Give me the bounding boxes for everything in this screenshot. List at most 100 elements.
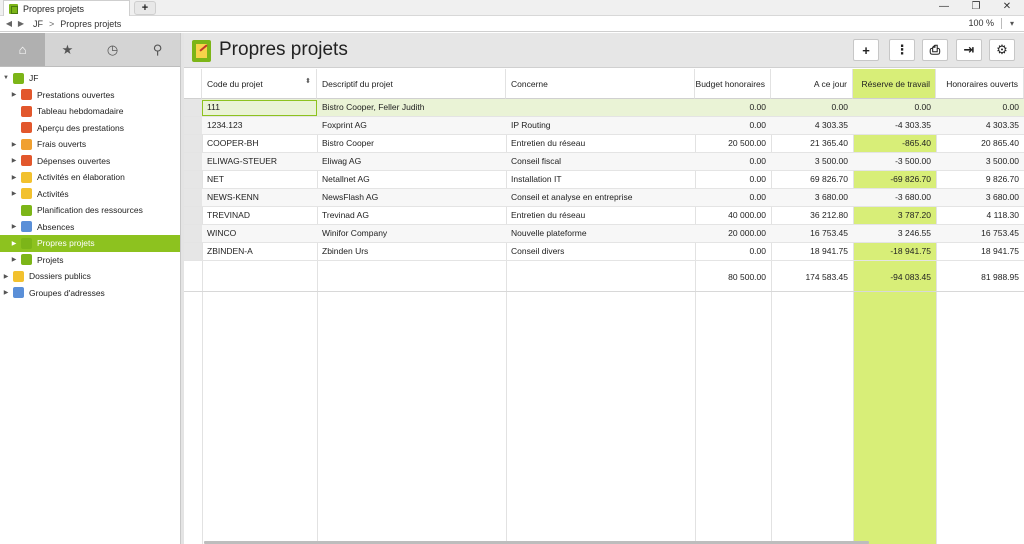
- project-description-cell: Netallnet AG: [322, 174, 370, 184]
- chevron-right-icon[interactable]: ▶: [10, 141, 18, 148]
- budget-cell: 0.00: [749, 120, 766, 130]
- tree-item-label: Frais ouverts: [37, 139, 87, 150]
- tree-item-label: Planification des ressources: [37, 205, 143, 216]
- table-row[interactable]: 1234.123 Foxprint AG IP Routing 0.00 4 303.3…: [184, 117, 1024, 135]
- sidebar-tab-star[interactable]: ★: [45, 33, 90, 66]
- chevron-right-icon[interactable]: ▶: [10, 223, 18, 230]
- add-button[interactable]: +: [853, 39, 879, 61]
- new-tab-button[interactable]: +: [134, 1, 156, 15]
- breadcrumb-root[interactable]: JF: [33, 19, 43, 29]
- row-handle[interactable]: [184, 171, 202, 188]
- chevron-right-icon[interactable]: ▶: [10, 190, 18, 197]
- back-icon[interactable]: ◀: [3, 19, 15, 28]
- open-fees-column-header[interactable]: Honoraires ouverts: [936, 69, 1024, 99]
- row-handle[interactable]: [184, 99, 202, 116]
- to-date-column-header[interactable]: A ce jour: [771, 69, 853, 99]
- tree-item-user[interactable]: ▼ JF: [0, 70, 180, 87]
- budget-cell: 20 500.00: [728, 138, 766, 148]
- chevron-right-icon[interactable]: ▶: [10, 157, 18, 164]
- tree-item-activities-draft[interactable]: ▶ Activités en élaboration: [0, 169, 180, 186]
- sidebar-tab-clock[interactable]: ◷: [90, 33, 135, 66]
- activities-icon: [21, 188, 32, 200]
- to-date-cell: 3 500.00: [814, 156, 848, 166]
- chevron-right-icon[interactable]: ▶: [2, 273, 10, 280]
- project-code-cell: ZBINDEN-A: [207, 246, 253, 256]
- row-handle[interactable]: [184, 189, 202, 206]
- to-date-cell: 21 365.40: [810, 138, 848, 148]
- chevron-down-icon[interactable]: ▾: [1010, 17, 1014, 30]
- tab-propres-projets[interactable]: Propres projets: [3, 0, 130, 16]
- row-handle[interactable]: [184, 117, 202, 134]
- reserve-cell: -4 303.35: [895, 120, 931, 130]
- tree-item-resource-planning[interactable]: Planification des ressources: [0, 202, 180, 219]
- concerne-cell: [506, 99, 695, 116]
- column-header-label: Budget honoraires: [695, 78, 765, 89]
- sort-icon[interactable]: ⬍: [305, 78, 311, 85]
- to-date-cell: 4 303.35: [814, 120, 848, 130]
- column-header-label: Descriptif du projet: [322, 78, 393, 89]
- tree-item-absences[interactable]: ▶ Absences: [0, 219, 180, 236]
- table-row[interactable]: NEWS-KENN NewsFlash AG Conseil et analyse …: [184, 189, 1024, 207]
- minimize-button[interactable]: —: [929, 0, 959, 14]
- project-code-cell: ELIWAG-STEUER: [207, 156, 278, 166]
- table-row[interactable]: TREVINAD Trevinad AG Entretien du réseau 40…: [184, 207, 1024, 225]
- row-handle[interactable]: [184, 135, 202, 152]
- project-description-cell: Bistro Cooper, Feller Judith: [322, 102, 425, 112]
- forward-icon[interactable]: ▶: [15, 19, 27, 28]
- tree-item-spending[interactable]: ▶ Dépenses ouvertes: [0, 153, 180, 170]
- chevron-right-icon[interactable]: ▶: [10, 174, 18, 181]
- tree-item-activities[interactable]: ▶ Activités: [0, 186, 180, 203]
- chevron-right-icon[interactable]: ▶: [2, 289, 10, 296]
- table-row[interactable]: ELIWAG-STEUER Eliwag AG Conseil fiscal 0.00…: [184, 153, 1024, 171]
- sidebar-tab-home[interactable]: ⌂: [0, 33, 45, 66]
- services-overview-icon: [21, 122, 32, 134]
- budget-cell: 0.00: [749, 102, 766, 112]
- sidebar-tab-search[interactable]: ⚲: [135, 33, 180, 66]
- tree-item-address-groups[interactable]: ▶ Groupes d'adresses: [0, 285, 180, 302]
- reserve-cell: -3 680.00: [895, 192, 931, 202]
- column-header-label: A ce jour: [813, 78, 847, 89]
- open-fees-cell: 4 118.30: [986, 210, 1019, 220]
- row-handle[interactable]: [184, 225, 202, 242]
- export-button[interactable]: ⇥: [956, 39, 982, 61]
- resource-planning-icon: [21, 204, 32, 216]
- table-row[interactable]: COOPER-BH Bistro Cooper Entretien du résea…: [184, 135, 1024, 153]
- zoom-level[interactable]: 100 %: [968, 17, 994, 30]
- tree-item-label: Absences: [37, 221, 75, 232]
- tree-item-expenses[interactable]: ▶ Frais ouverts: [0, 136, 180, 153]
- close-button[interactable]: ✕: [992, 0, 1022, 14]
- more-button[interactable]: ⋮: [889, 39, 915, 61]
- home-icon: ⌂: [18, 42, 27, 57]
- table-row[interactable]: 111 Bistro Cooper, Feller Judith 0.00 0.00 0…: [184, 99, 1024, 117]
- tree-item-services-overview[interactable]: Aperçu des prestations: [0, 120, 180, 137]
- tree-item-weekly-table[interactable]: Tableau hebdomadaire: [0, 103, 180, 120]
- open-fees-cell: 3 680.00: [985, 192, 1019, 202]
- tree-item-projects[interactable]: ▶ Projets: [0, 252, 180, 269]
- table-row[interactable]: WINCO Winifor Company Nouvelle plateforme 2…: [184, 225, 1024, 243]
- chevron-down-icon[interactable]: ▼: [2, 75, 10, 81]
- chevron-right-icon[interactable]: ▶: [10, 91, 18, 98]
- row-handle[interactable]: [184, 243, 202, 260]
- description-column-header[interactable]: Descriptif du projet: [317, 69, 506, 99]
- table-row[interactable]: NET Netallnet AG Installation IT 0.00 69 826…: [184, 171, 1024, 189]
- settings-button[interactable]: ⚙: [989, 39, 1015, 61]
- tree-item-own-projects[interactable]: ▶ Propres projets: [0, 235, 180, 252]
- table-corner: [184, 69, 202, 99]
- print-icon: ⎙: [929, 42, 941, 57]
- tree-item-folder[interactable]: ▶ Dossiers publics: [0, 268, 180, 285]
- reserve-cell: -3 500.00: [895, 156, 931, 166]
- concerne-column-header[interactable]: Concerne: [506, 69, 695, 99]
- code-column-header[interactable]: Code du projet ⬍: [202, 69, 317, 99]
- row-handle[interactable]: [184, 153, 202, 170]
- table-row[interactable]: ZBINDEN-A Zbinden Urs Conseil divers 0.00 18…: [184, 243, 1024, 261]
- restore-button[interactable]: ❐: [961, 0, 991, 14]
- budget-column-header[interactable]: Budget honoraires: [695, 69, 771, 99]
- row-handle[interactable]: [184, 207, 202, 224]
- reserve-column-header[interactable]: Réserve de travail: [853, 69, 936, 99]
- print-button[interactable]: ⎙: [922, 39, 948, 61]
- concerne-cell: Entretien du réseau: [511, 210, 586, 220]
- chevron-right-icon[interactable]: ▶: [10, 256, 18, 263]
- chevron-right-icon[interactable]: ▶: [10, 240, 18, 247]
- tree-item-services[interactable]: ▶ Prestations ouvertes: [0, 87, 180, 104]
- open-fees-cell: 16 753.45: [981, 228, 1019, 238]
